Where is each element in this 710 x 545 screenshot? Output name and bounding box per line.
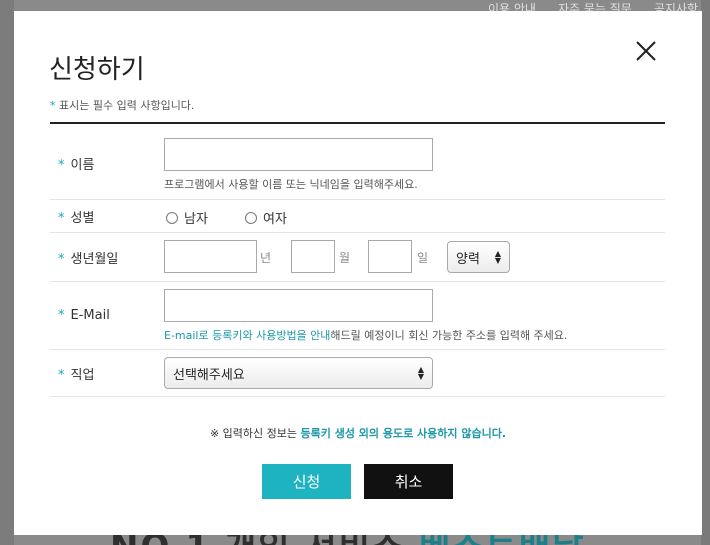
email-hint-rest: 해드릴 예정이니 회신 가능한 주소를 입력해 주세요.	[330, 329, 568, 342]
privacy-notice-prefix: ※ 입력하신 정보는	[209, 427, 298, 440]
label-gender: * 성별	[58, 207, 94, 226]
calendar-type-select[interactable]: 양력 ▲ ▼	[447, 241, 510, 273]
birth-year-unit: 년	[260, 251, 272, 265]
required-note-text: 표시는 필수 입력 사항입니다.	[59, 99, 195, 112]
label-job-text: 직업	[70, 368, 95, 383]
label-gender-star: *	[58, 211, 65, 226]
calendar-type-value: 양력	[456, 251, 480, 267]
apply-modal: 신청하기 * 표시는 필수 입력 사항입니다. * 이름 프로그램에서 사용할 이…	[14, 11, 702, 535]
birth-year-input[interactable]	[164, 240, 257, 273]
birth-month-input[interactable]	[291, 240, 335, 273]
privacy-notice-highlight: 등록키 생성 외의 용도로 사용하지 않습니다.	[300, 427, 507, 440]
submit-button[interactable]: 신청	[262, 464, 351, 499]
label-birth: * 생년월일	[58, 248, 118, 267]
job-select-value: 선택해주세요	[173, 367, 245, 383]
label-job-star: *	[58, 368, 65, 383]
label-job: * 직업	[58, 364, 94, 383]
email-hint-highlight: E-mail로 등록키와 사용방법을 안내	[164, 329, 331, 342]
gender-male-label: 남자	[184, 212, 208, 227]
privacy-notice: ※ 입력하신 정보는 등록키 생성 외의 용도로 사용하지 않습니다.	[14, 425, 702, 441]
row-name: * 이름 프로그램에서 사용할 이름 또는 닉네임을 입력해주세요.	[50, 124, 665, 200]
required-star: *	[50, 99, 56, 112]
close-icon	[636, 41, 656, 61]
gender-male-radio[interactable]: 남자	[166, 208, 208, 227]
label-birth-text: 생년월일	[70, 252, 119, 267]
label-birth-star: *	[58, 252, 65, 267]
gender-female-radio[interactable]: 여자	[245, 208, 287, 227]
email-input[interactable]	[164, 289, 433, 322]
gender-female-label: 여자	[263, 212, 287, 227]
label-name: * 이름	[58, 154, 94, 173]
row-gender: * 성별 남자 여자	[50, 200, 665, 233]
name-input[interactable]	[164, 138, 433, 171]
row-job: * 직업 선택해주세요 ▲ ▼	[50, 350, 665, 397]
birth-day-input[interactable]	[368, 240, 412, 273]
row-email: * E-Mail E-mail로 등록키와 사용방법을 안내해드릴 예정이니 회신…	[50, 282, 665, 350]
name-hint: 프로그램에서 사용할 이름 또는 닉네임을 입력해주세요.	[164, 178, 418, 191]
label-email-text: E-Mail	[70, 308, 110, 323]
row-birth: * 생년월일 년 월 일 양력 ▲ ▼	[50, 233, 665, 282]
background-right-strip	[701, 0, 710, 545]
cancel-button[interactable]: 취소	[364, 464, 453, 499]
required-note: * 표시는 필수 입력 사항입니다.	[50, 97, 194, 113]
label-gender-text: 성별	[70, 211, 95, 226]
select-arrows-icon: ▲ ▼	[494, 249, 501, 265]
job-select[interactable]: 선택해주세요 ▲ ▼	[164, 357, 433, 389]
label-name-text: 이름	[70, 158, 95, 173]
birth-month-unit: 월	[339, 251, 351, 265]
email-hint: E-mail로 등록키와 사용방법을 안내해드릴 예정이니 회신 가능한 주소를…	[164, 327, 567, 343]
background-left-strip	[0, 0, 14, 545]
label-email: * E-Mail	[58, 308, 110, 323]
modal-title: 신청하기	[49, 55, 145, 85]
birth-day-unit: 일	[417, 251, 429, 265]
radio-circle-icon	[166, 211, 178, 224]
select-arrows-icon: ▲ ▼	[417, 365, 424, 381]
label-email-star: *	[58, 308, 65, 323]
label-name-star: *	[58, 158, 65, 173]
close-button[interactable]	[634, 39, 658, 63]
radio-circle-icon	[245, 211, 257, 224]
